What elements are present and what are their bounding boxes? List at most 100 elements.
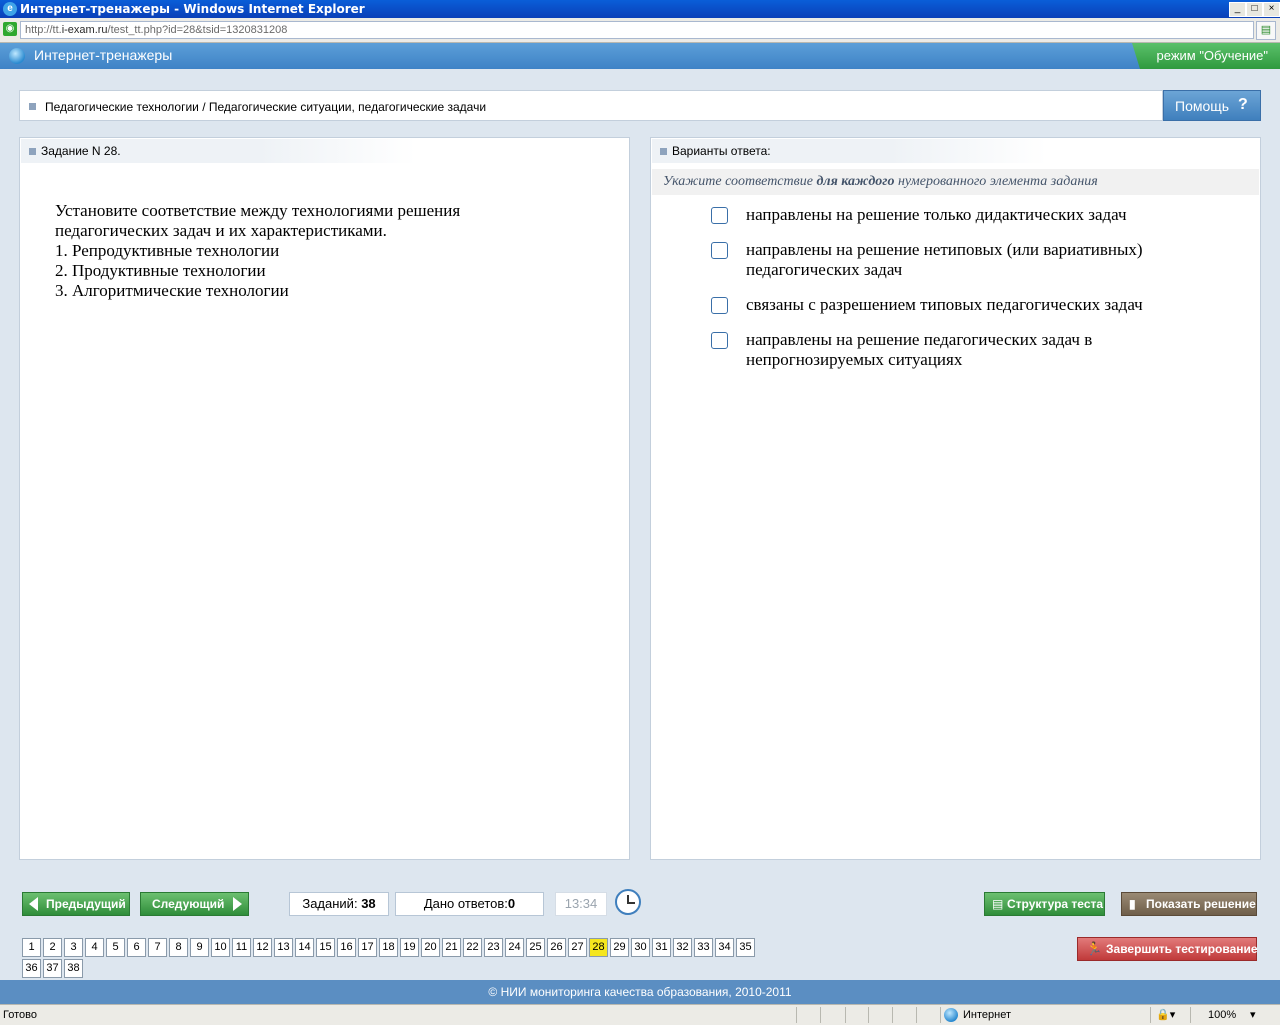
test-structure-label: Структура теста: [1007, 897, 1104, 911]
question-number-button[interactable]: 26: [547, 938, 566, 957]
url-text: http://tt.i-exam.ru/test_tt.php?id=28&ts…: [25, 24, 288, 36]
globe-icon: [9, 48, 25, 64]
book-icon: ▮: [1129, 897, 1136, 911]
question-number-button[interactable]: 23: [484, 938, 503, 957]
running-man-icon: 🏃: [1086, 941, 1103, 956]
question-number-button[interactable]: 2: [43, 938, 62, 957]
question-number-button[interactable]: 15: [316, 938, 335, 957]
question-number-button[interactable]: 34: [715, 938, 734, 957]
question-navigator: 1 2 3 4 5 6 7 8 9 10 11 12 13 14 15 16 17 18 19 20 21 22 23 24 2…: [22, 938, 762, 978]
window-title-bar: e Интернет-тренажеры - Windows Internet …: [0, 0, 1280, 18]
question-number-button[interactable]: 28: [589, 938, 608, 957]
mode-badge: режим "Обучение": [1132, 43, 1280, 69]
bullet-icon: [660, 148, 667, 155]
question-number-button[interactable]: 25: [526, 938, 545, 957]
answers-instruction: Укажите соответствие для каждого нумеров…: [652, 169, 1259, 195]
answer-checkbox[interactable]: [711, 332, 728, 349]
question-number-button[interactable]: 17: [358, 938, 377, 957]
question-number-button[interactable]: 31: [652, 938, 671, 957]
next-button[interactable]: Следующий: [140, 892, 249, 916]
answer-checkbox[interactable]: [711, 242, 728, 259]
question-number-button[interactable]: 1: [22, 938, 41, 957]
question-number-button[interactable]: 33: [694, 938, 713, 957]
task-line: 3. Алгоритмические технологии: [55, 281, 289, 300]
zoom-level[interactable]: 100%: [1208, 1009, 1236, 1021]
answered-count-box: Дано ответов:0: [395, 892, 544, 916]
question-number-button[interactable]: 16: [337, 938, 356, 957]
question-number-button[interactable]: 12: [253, 938, 272, 957]
compatibility-view-icon[interactable]: ▤: [1256, 21, 1276, 40]
task-line: Установите соответствие между технология…: [55, 201, 461, 220]
finish-test-button[interactable]: 🏃 Завершить тестирование: [1077, 937, 1258, 961]
question-number-button[interactable]: 22: [463, 938, 482, 957]
site-favicon-icon: ◉: [3, 22, 17, 36]
task-text: Установите соответствие между технология…: [55, 201, 575, 301]
arrow-left-icon: [29, 897, 38, 911]
app-title: Интернет-тренажеры: [34, 47, 173, 63]
question-number-button[interactable]: 32: [673, 938, 692, 957]
help-button[interactable]: Помощь ?: [1163, 90, 1261, 121]
question-number-button[interactable]: 21: [442, 938, 461, 957]
answer-option: связаны с разрешением типовых педагогиче…: [711, 295, 1231, 317]
test-structure-button[interactable]: ▤ Структура теста: [984, 892, 1105, 916]
timer: 13:34: [555, 892, 607, 916]
prev-button[interactable]: Предыдущий: [22, 892, 130, 916]
question-number-button[interactable]: 9: [190, 938, 209, 957]
question-number-button[interactable]: 4: [85, 938, 104, 957]
answer-label: направлены на решение только дидактическ…: [746, 205, 1127, 224]
question-number-button[interactable]: 11: [232, 938, 251, 957]
question-mark-icon: ?: [1238, 96, 1248, 113]
tasks-count-label: Заданий:: [302, 896, 358, 911]
question-number-button[interactable]: 30: [631, 938, 650, 957]
answered-count-value: 0: [507, 896, 516, 911]
bullet-icon: [29, 148, 36, 155]
help-label: Помощь: [1175, 98, 1230, 114]
list-icon: ▤: [992, 897, 1004, 911]
answer-label: направлены на решение нетиповых (или вар…: [746, 240, 1143, 279]
question-number-button[interactable]: 35: [736, 938, 755, 957]
window-title: Интернет-тренажеры - Windows Internet Ex…: [20, 2, 365, 16]
question-number-button[interactable]: 36: [22, 959, 41, 978]
question-number-button[interactable]: 24: [505, 938, 524, 957]
question-number-button[interactable]: 14: [295, 938, 314, 957]
question-number-button[interactable]: 5: [106, 938, 125, 957]
zoom-dropdown-icon[interactable]: ▾: [1250, 1008, 1256, 1021]
task-line: педагогических задач и их характеристика…: [55, 221, 387, 240]
page-footer: © НИИ мониторинга качества образования, …: [0, 980, 1280, 1004]
maximize-button[interactable]: □: [1246, 2, 1263, 17]
task-number: Задание N 28.: [41, 144, 121, 158]
question-number-button[interactable]: 8: [169, 938, 188, 957]
question-number-button[interactable]: 37: [43, 959, 62, 978]
finish-test-label: Завершить тестирование: [1106, 942, 1258, 956]
question-number-button[interactable]: 20: [421, 938, 440, 957]
task-line: 1. Репродуктивные технологии: [55, 241, 280, 260]
answer-option: направлены на решение педагогических зад…: [711, 330, 1231, 372]
answer-checkbox[interactable]: [711, 207, 728, 224]
task-panel-header: Задание N 28.: [21, 139, 416, 163]
question-number-button[interactable]: 19: [400, 938, 419, 957]
protected-mode-icon[interactable]: 🔒▾: [1156, 1008, 1175, 1021]
breadcrumb-text: Педагогические технологии / Педагогическ…: [45, 100, 487, 114]
answers-header: Варианты ответа:: [672, 144, 771, 158]
ie-icon: e: [3, 2, 17, 16]
question-number-button[interactable]: 13: [274, 938, 293, 957]
question-number-button[interactable]: 7: [148, 938, 167, 957]
question-number-button[interactable]: 10: [211, 938, 230, 957]
url-field[interactable]: http://tt.i-exam.ru/test_tt.php?id=28&ts…: [20, 21, 1254, 39]
prev-label: Предыдущий: [46, 897, 126, 911]
question-number-button[interactable]: 29: [610, 938, 629, 957]
question-number-button[interactable]: 38: [64, 959, 83, 978]
answer-label: направлены на решение педагогических зад…: [746, 330, 1093, 369]
answer-checkbox[interactable]: [711, 297, 728, 314]
minimize-button[interactable]: _: [1229, 2, 1246, 17]
bullet-icon: [29, 103, 36, 110]
instruction-text: Укажите соответствие для каждого нумеров…: [663, 174, 1098, 189]
app-header: Интернет-тренажеры режим "Обучение": [0, 43, 1280, 69]
answered-count-label: Дано ответов:: [423, 896, 508, 911]
show-solution-button[interactable]: ▮ Показать решение: [1121, 892, 1257, 916]
question-number-button[interactable]: 6: [127, 938, 146, 957]
close-button[interactable]: ×: [1263, 2, 1280, 17]
question-number-button[interactable]: 27: [568, 938, 587, 957]
question-number-button[interactable]: 3: [64, 938, 83, 957]
question-number-button[interactable]: 18: [379, 938, 398, 957]
